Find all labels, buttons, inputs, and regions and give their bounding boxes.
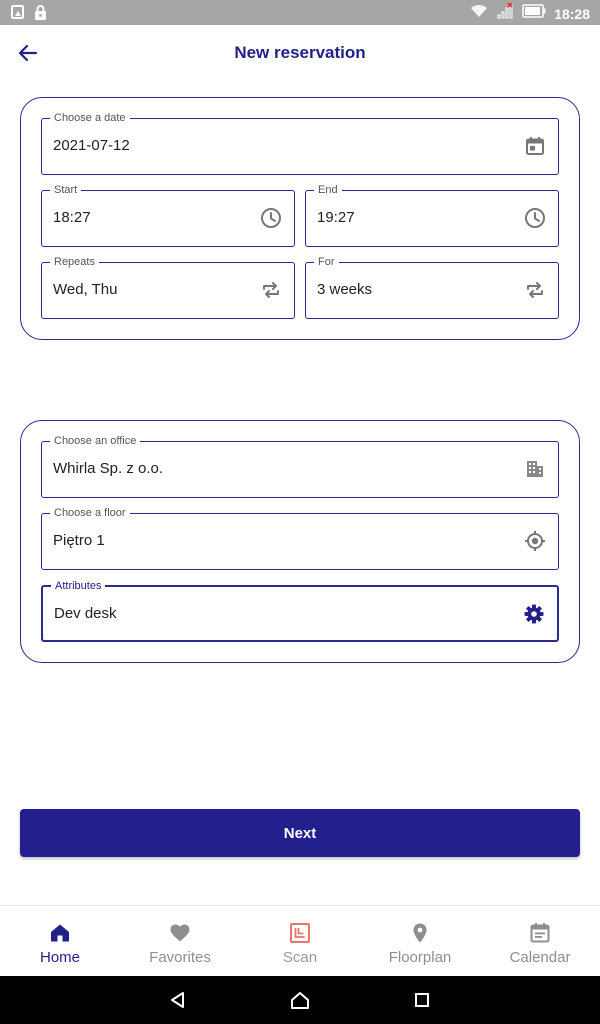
nav-item-home-label: Home: [39, 949, 80, 966]
start-time-value: 18:27: [53, 209, 91, 226]
next-button[interactable]: Next: [20, 809, 580, 857]
square-recents-icon: [415, 993, 429, 1007]
heart-icon: [170, 924, 190, 942]
for-duration-label: For: [314, 255, 339, 269]
attributes-field-value: Dev desk: [54, 605, 117, 622]
wifi-icon: [470, 4, 488, 23]
location-target-icon[interactable]: [524, 530, 546, 552]
repeats-field[interactable]: Repeats Wed, Thu: [41, 255, 295, 319]
bottom-navigation: Home Favorites Scan Floorplan Calendar: [0, 905, 600, 976]
scan-icon: [290, 923, 310, 943]
nav-item-scan[interactable]: Scan: [240, 906, 360, 976]
app-header: New reservation: [0, 25, 600, 81]
building-icon[interactable]: [524, 458, 546, 480]
home-icon: [51, 924, 69, 942]
repeat-icon[interactable]: [260, 279, 282, 301]
end-time-field[interactable]: End 19:27: [305, 183, 559, 247]
signal-icon: [496, 2, 514, 24]
nav-item-home[interactable]: Home: [0, 906, 120, 976]
nav-item-favorites-label: Favorites: [149, 949, 211, 966]
attributes-field-label: Attributes: [51, 579, 106, 593]
status-bar: 18:28: [0, 0, 600, 25]
system-navigation-bar: [0, 976, 600, 1024]
page-title: New reservation: [234, 43, 366, 62]
system-back-button[interactable]: [161, 983, 195, 1017]
floor-field[interactable]: Choose a floor Piętro 1: [41, 506, 559, 570]
house-outline-icon: [291, 992, 309, 1009]
for-duration-value: 3 weeks: [317, 281, 373, 298]
map-pin-icon: [413, 923, 427, 943]
triangle-back-icon: [171, 992, 184, 1008]
start-time-label: Start: [50, 183, 82, 197]
date-field-value: 2021-07-12: [53, 137, 130, 154]
nav-item-calendar[interactable]: Calendar: [480, 906, 600, 976]
office-field[interactable]: Choose an office Whirla Sp. z o.o.: [41, 434, 559, 498]
calendar-icon[interactable]: [524, 135, 546, 157]
start-time-field[interactable]: Start 18:27: [41, 183, 295, 247]
gear-icon[interactable]: [523, 603, 545, 625]
repeats-value: Wed, Thu: [53, 281, 118, 298]
date-field-label: Choose a date: [50, 111, 130, 125]
end-time-value: 19:27: [317, 209, 355, 226]
battery-icon: [522, 4, 546, 23]
date-field[interactable]: Choose a date 2021-07-12: [41, 111, 559, 175]
place-card: Choose an office Whirla Sp. z o.o. Choos…: [20, 420, 580, 663]
calendar-icon: [530, 923, 550, 943]
office-field-label: Choose an office: [50, 434, 141, 448]
nav-item-floorplan-label: Floorplan: [388, 949, 452, 966]
floor-field-value: Piętro 1: [53, 532, 105, 549]
system-recents-button[interactable]: [405, 983, 439, 1017]
repeats-label: Repeats: [50, 255, 99, 269]
attributes-field[interactable]: Attributes Dev desk: [41, 579, 559, 642]
clock-icon[interactable]: [524, 207, 546, 229]
end-time-label: End: [314, 183, 342, 197]
floor-field-label: Choose a floor: [50, 506, 130, 520]
nav-item-favorites[interactable]: Favorites: [120, 906, 240, 976]
image-notification-icon: [11, 5, 24, 19]
repeat-icon[interactable]: [524, 279, 546, 301]
system-home-button[interactable]: [283, 983, 317, 1017]
status-time: 18:28: [554, 5, 590, 22]
clock-icon[interactable]: [260, 207, 282, 229]
nav-item-floorplan[interactable]: Floorplan: [360, 906, 480, 976]
nav-item-calendar-label: Calendar: [509, 949, 571, 966]
nav-item-scan-label: Scan: [282, 949, 318, 966]
lock-icon: [34, 5, 47, 20]
date-time-card: Choose a date 2021-07-12 Start 18:27 End…: [20, 97, 580, 340]
office-field-value: Whirla Sp. z o.o.: [53, 460, 164, 477]
for-duration-field[interactable]: For 3 weeks: [305, 255, 559, 319]
